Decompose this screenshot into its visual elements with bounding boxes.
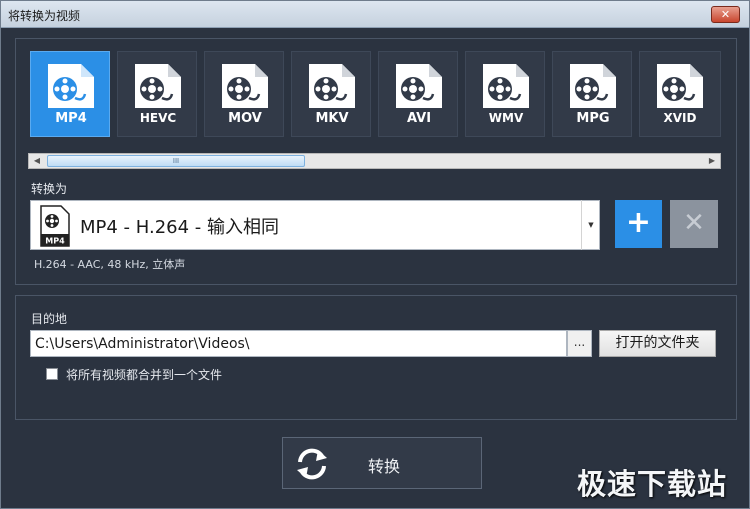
- scroll-right-arrow-icon[interactable]: ▶: [704, 154, 720, 168]
- open-folder-button[interactable]: 打开的文件夹: [599, 330, 716, 357]
- window-title: 将转换为视频: [8, 9, 81, 23]
- video-file-icon: MKV: [309, 64, 355, 126]
- format-tile-wmv[interactable]: WMV: [465, 51, 545, 137]
- chevron-down-icon[interactable]: ▼: [581, 200, 600, 250]
- video-file-icon: XVID: [657, 64, 703, 126]
- preset-detail: H.264 - AAC, 48 kHz, 立体声: [34, 258, 186, 271]
- video-file-icon: MOV: [222, 64, 268, 126]
- video-file-icon: WMV: [483, 64, 529, 126]
- format-label: HEVC: [140, 111, 177, 125]
- close-button[interactable]: ✕: [711, 6, 740, 23]
- preset-select[interactable]: MP4 MP4 - H.264 - 输入相同: [30, 200, 600, 250]
- watermark-text: 极速下载站: [577, 467, 728, 501]
- format-label: MKV: [315, 111, 348, 126]
- format-label: AVI: [407, 111, 431, 126]
- browse-button[interactable]: ...: [567, 330, 592, 357]
- video-file-icon: AVI: [396, 64, 442, 126]
- scroll-thumb[interactable]: III: [47, 155, 305, 167]
- format-label: MP4: [55, 111, 87, 126]
- video-file-icon: MPG: [570, 64, 616, 126]
- format-scrollbar[interactable]: ◀ III ▶: [28, 153, 721, 169]
- destination-path-input[interactable]: [30, 330, 567, 357]
- format-tile-xvid[interactable]: XVID: [639, 51, 721, 137]
- format-label: MPG: [576, 111, 609, 126]
- format-tile-mpg[interactable]: MPG: [552, 51, 632, 137]
- remove-preset-button[interactable]: ✕: [670, 200, 718, 248]
- destination-panel: [15, 295, 737, 420]
- convert-to-label: 转换为: [31, 182, 68, 196]
- scroll-left-arrow-icon[interactable]: ◀: [29, 154, 45, 168]
- format-tile-hevc[interactable]: HEVC: [117, 51, 197, 137]
- selected-preset: MP4 - H.264 - 输入相同: [80, 217, 280, 238]
- format-tile-mov[interactable]: MOV: [204, 51, 284, 137]
- video-file-icon: MP4: [48, 64, 94, 126]
- add-preset-button[interactable]: +: [615, 200, 662, 248]
- format-label: MOV: [228, 111, 262, 126]
- convert-button[interactable]: 转换: [282, 437, 482, 489]
- merge-checkbox-label: 将所有视频都合并到一个文件: [66, 368, 223, 382]
- select-icon-label: MP4: [45, 237, 65, 246]
- mp4-file-icon: MP4: [40, 205, 70, 247]
- video-file-icon: HEVC: [135, 64, 181, 126]
- app-window: 将转换为视频 ✕ MP4 HEVC MOV MKV AVI WMV MPG XV…: [0, 0, 750, 509]
- format-tile-mp4[interactable]: MP4: [30, 51, 110, 137]
- format-tile-mkv[interactable]: MKV: [291, 51, 371, 137]
- format-label: WMV: [489, 111, 524, 125]
- merge-checkbox[interactable]: [46, 368, 58, 380]
- title-bar: 将转换为视频 ✕: [1, 1, 749, 28]
- refresh-icon: [297, 448, 327, 480]
- format-tile-avi[interactable]: AVI: [378, 51, 458, 137]
- convert-button-label: 转换: [368, 457, 401, 476]
- destination-label: 目的地: [31, 312, 68, 326]
- format-label: XVID: [664, 111, 697, 125]
